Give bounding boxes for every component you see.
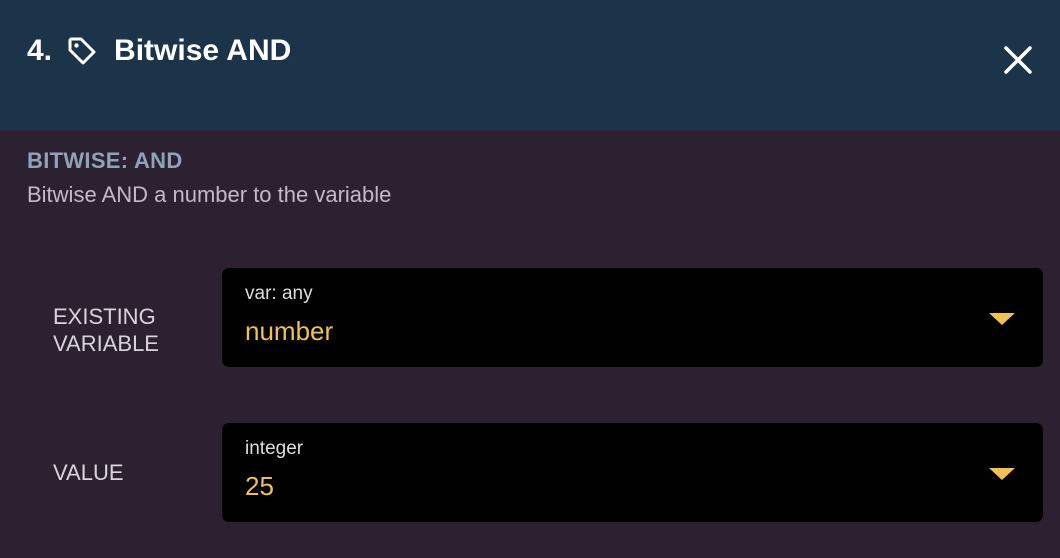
existing-variable-value: number <box>245 316 334 346</box>
value-type: integer <box>245 438 304 459</box>
close-icon <box>1004 46 1032 74</box>
dialog-body: BITWISE: AND Bitwise AND a number to the… <box>0 130 1060 558</box>
dialog-title: 4. Bitwise AND <box>27 30 291 72</box>
step-number: 4. <box>27 34 53 67</box>
section-description: Bitwise AND a number to the variable <box>27 182 392 207</box>
close-button[interactable] <box>1000 42 1036 78</box>
caret-down-icon <box>989 313 1015 325</box>
section-title: BITWISE: AND <box>27 148 183 173</box>
value-value: 25 <box>245 471 274 501</box>
existing-variable-label-line1: EXISTING <box>53 304 156 329</box>
existing-variable-select[interactable]: var: any number <box>222 268 1043 367</box>
dialog-header: 4. Bitwise AND <box>0 0 1060 130</box>
existing-variable-type: var: any <box>245 283 313 304</box>
value-label: VALUE <box>53 459 124 486</box>
dialog-title-text: Bitwise AND <box>114 34 292 67</box>
existing-variable-label-line2: VARIABLE <box>53 331 159 356</box>
tag-icon <box>66 35 98 67</box>
caret-down-icon <box>989 468 1015 480</box>
value-select[interactable]: integer 25 <box>222 423 1043 522</box>
existing-variable-label: EXISTING VARIABLE <box>53 303 159 357</box>
value-label-text: VALUE <box>53 460 124 485</box>
